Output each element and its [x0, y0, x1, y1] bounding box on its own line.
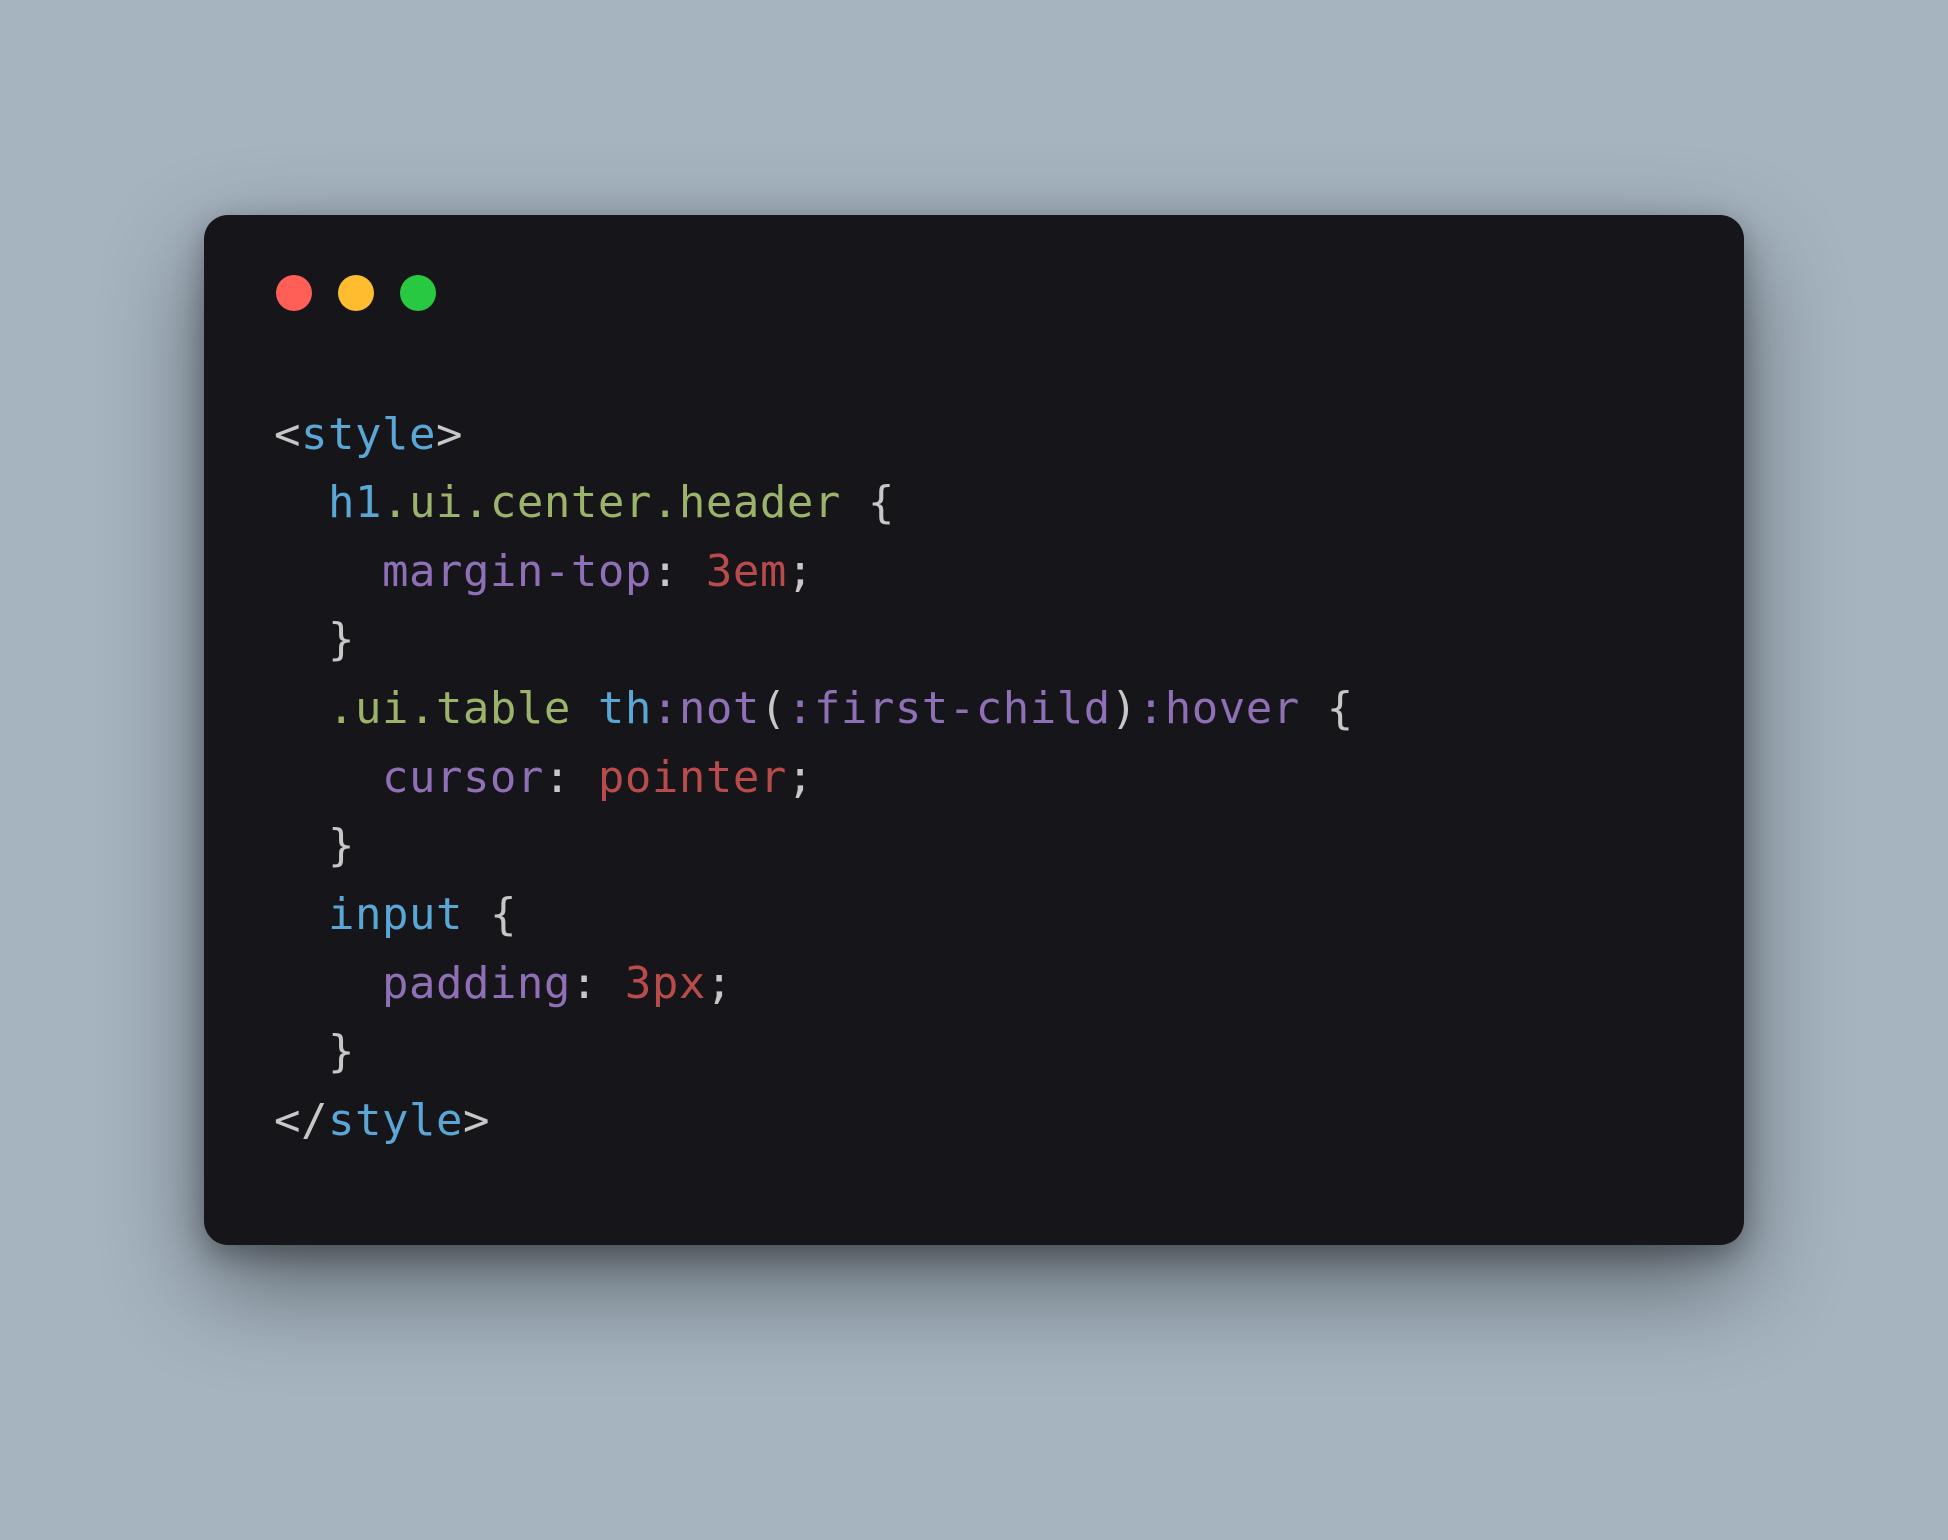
paren-close: ): [1111, 683, 1138, 734]
brace-open: {: [868, 477, 895, 528]
pseudo-first-child: :first-child: [787, 683, 1111, 734]
indent: [274, 683, 328, 734]
maximize-icon[interactable]: [400, 275, 436, 311]
window-controls: [276, 275, 1674, 311]
indent: [274, 820, 328, 871]
indent: [274, 889, 328, 940]
brace-open: {: [1327, 683, 1354, 734]
selector-th: th: [598, 683, 652, 734]
indent: [274, 752, 382, 803]
colon: :: [571, 958, 598, 1009]
indent: [274, 546, 382, 597]
selector-classes-2: .ui.table: [328, 683, 571, 734]
code-block: <style> h1.ui.center.header { margin-top…: [274, 401, 1674, 1156]
prop-cursor: cursor: [382, 752, 544, 803]
angle-close: >: [463, 1095, 490, 1146]
indent: [274, 958, 382, 1009]
tag-style-open: style: [301, 409, 436, 460]
brace-open: {: [490, 889, 517, 940]
paren-open: (: [760, 683, 787, 734]
value-pointer: pointer: [598, 752, 787, 803]
brace-close: }: [328, 820, 355, 871]
code-window: <style> h1.ui.center.header { margin-top…: [204, 215, 1744, 1246]
semicolon: ;: [787, 546, 814, 597]
pseudo-not: :not: [652, 683, 760, 734]
brace-close: }: [328, 1026, 355, 1077]
slash: /: [301, 1095, 328, 1146]
indent: [274, 1026, 328, 1077]
brace-close: }: [328, 614, 355, 665]
selector-input: input: [328, 889, 463, 940]
close-icon[interactable]: [276, 275, 312, 311]
indent: [274, 614, 328, 665]
space: [571, 683, 598, 734]
tag-style-close: style: [328, 1095, 463, 1146]
colon: :: [544, 752, 571, 803]
angle-open: <: [274, 1095, 301, 1146]
angle-close: >: [436, 409, 463, 460]
prop-padding: padding: [382, 958, 571, 1009]
value-3px: 3px: [625, 958, 706, 1009]
selector-h1: h1: [328, 477, 382, 528]
minimize-icon[interactable]: [338, 275, 374, 311]
pseudo-hover: :hover: [1138, 683, 1300, 734]
semicolon: ;: [706, 958, 733, 1009]
selector-classes-1: .ui.center.header: [382, 477, 841, 528]
colon: :: [652, 546, 679, 597]
indent: [274, 477, 328, 528]
semicolon: ;: [787, 752, 814, 803]
prop-margin-top: margin-top: [382, 546, 652, 597]
value-3em: 3em: [706, 546, 787, 597]
angle-open: <: [274, 409, 301, 460]
